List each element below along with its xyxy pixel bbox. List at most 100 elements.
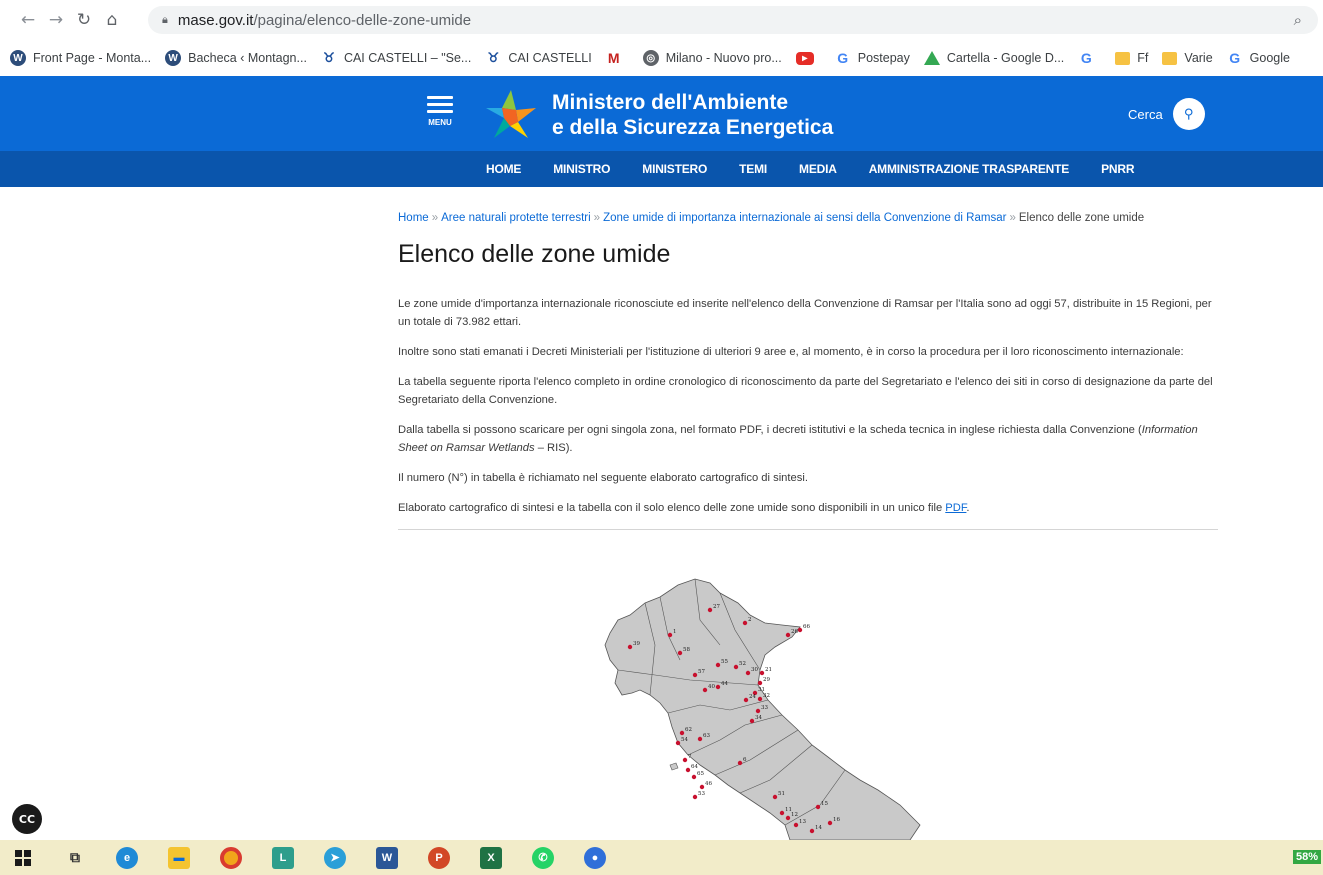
- bookmark-item[interactable]: Ff: [1115, 51, 1148, 65]
- wetland-number-label: 34: [755, 715, 762, 721]
- nav-ministero[interactable]: MINISTERO: [642, 162, 707, 176]
- wetland-number-label: 33: [761, 705, 768, 711]
- reload-icon[interactable]: ↻: [70, 6, 98, 34]
- word-icon[interactable]: W: [376, 846, 398, 869]
- url-host: mase.gov.it: [177, 11, 254, 29]
- bookmark-item[interactable]: ◎ Milano - Nuovo pro...: [642, 50, 782, 66]
- pdf-paragraph-end: .: [966, 502, 970, 514]
- wetland-number-label: 14: [815, 825, 822, 831]
- bookmark-item[interactable]: Varie: [1162, 51, 1213, 65]
- breadcrumb-separator: »: [1009, 212, 1016, 224]
- wetland-marker: [692, 794, 698, 800]
- wetland-number-label: 24: [749, 694, 756, 700]
- download-paragraph-end: – RIS).: [534, 442, 573, 454]
- intro-paragraph: Le zone umide d'importanza internazional…: [398, 298, 1212, 328]
- hamburger-icon: [427, 96, 453, 99]
- download-paragraph-text: Dalla tabella si possono scaricare per o…: [398, 424, 1142, 436]
- decrees-paragraph: Inoltre sono stati emanati i Decreti Min…: [398, 346, 1184, 358]
- breadcrumb-current: Elenco delle zone umide: [1018, 212, 1145, 224]
- zoom-icon[interactable]: ⌕: [1294, 11, 1302, 29]
- wetland-number-label: 32: [763, 693, 770, 699]
- breadcrumb-link[interactable]: Home: [398, 212, 429, 224]
- wetland-marker: [785, 815, 791, 821]
- google-icon: G: [1229, 50, 1241, 66]
- map-number-paragraph: Il numero (N°) in tabella è richiamato n…: [398, 472, 808, 484]
- wetland-number-label: 6: [743, 757, 747, 763]
- wetland-marker: [743, 697, 749, 703]
- wetland-marker: [627, 644, 633, 650]
- wetland-number-label: 13: [799, 819, 806, 825]
- ministry-star-logo[interactable]: [484, 88, 538, 142]
- bookmark-label: CAI CASTELLI – "Se...: [343, 51, 472, 65]
- bookmark-item[interactable]: Cartella - Google D...: [923, 51, 1064, 65]
- bookmark-label: Milano - Nuovo pro...: [665, 51, 782, 65]
- bookmark-item[interactable]: ▸: [795, 51, 821, 65]
- wetland-marker: [715, 684, 721, 690]
- nav-ministro[interactable]: MINISTRO: [553, 162, 610, 176]
- wetland-marker: [757, 680, 763, 686]
- back-arrow-icon[interactable]: ←: [14, 6, 42, 34]
- wetland-number-label: 51: [778, 791, 785, 797]
- wetland-marker: [742, 620, 748, 626]
- whatsapp-icon[interactable]: ✆: [532, 846, 554, 869]
- folder-icon: [1115, 51, 1131, 65]
- nav-pnrr[interactable]: PNRR: [1101, 162, 1134, 176]
- site-title[interactable]: Ministero dell'Ambiente e della Sicurezz…: [552, 90, 833, 140]
- content-divider: [398, 529, 1218, 530]
- nav-home[interactable]: HOME: [486, 162, 521, 176]
- download-paragraph: Dalla tabella si possono scaricare per o…: [398, 421, 1220, 457]
- excel-icon[interactable]: X: [480, 846, 502, 869]
- battery-indicator[interactable]: 58%: [1292, 850, 1321, 864]
- hamburger-icon-bar: [427, 103, 453, 106]
- search-icon[interactable]: ⚲: [1172, 98, 1205, 130]
- wetlands-map[interactable]: 27 2 66 1 39 26 58 55 52 30 57 21 40 44 29 31 24 32 33 34 62…: [560, 575, 940, 840]
- closed-captions-icon[interactable]: CC: [12, 804, 42, 834]
- windows-start-icon[interactable]: [12, 847, 34, 869]
- powerpoint-icon[interactable]: P: [428, 846, 450, 869]
- pdf-link[interactable]: PDF: [945, 502, 966, 514]
- file-explorer-icon[interactable]: ▬: [168, 846, 190, 869]
- bookmark-item[interactable]: W Front Page - Monta...: [10, 50, 151, 66]
- menu-button[interactable]: MENU: [424, 96, 456, 130]
- edge-icon[interactable]: e: [116, 846, 138, 869]
- breadcrumb-link[interactable]: Aree naturali protette terrestri: [441, 212, 591, 224]
- url-path: /pagina/elenco-delle-zone-umide: [253, 11, 472, 29]
- task-view-icon[interactable]: ⧉: [64, 847, 86, 869]
- wetland-number-label: 63: [703, 733, 710, 739]
- windows-taskbar: ⧉ e ▬ L ➤ W P X ✆ ● 58%: [0, 840, 1323, 875]
- wetland-marker: [757, 696, 763, 702]
- telegram-icon[interactable]: ➤: [324, 846, 346, 869]
- bookmark-item[interactable]: G: [1078, 50, 1101, 66]
- bookmark-item[interactable]: ♉︎ CAI CASTELLI – "Se...: [321, 50, 471, 66]
- wetland-number-label: 46: [705, 781, 712, 787]
- firefox-icon[interactable]: ●: [584, 846, 606, 869]
- bookmark-item[interactable]: W Bacheca ‹ Montagn...: [165, 50, 307, 66]
- search-area[interactable]: Cerca ⚲: [1128, 98, 1205, 130]
- wetland-number-label: 52: [739, 661, 746, 667]
- bookmark-item[interactable]: ♉︎ CAI CASTELLI: [485, 50, 592, 66]
- wetland-marker: [675, 740, 681, 746]
- breadcrumb-link[interactable]: Zone umide di importanza internazionale …: [603, 212, 1006, 224]
- bookmark-item[interactable]: G Google: [1227, 50, 1290, 66]
- cai-icon: ♉︎: [323, 50, 335, 65]
- chrome-taskbar-icon[interactable]: [220, 846, 242, 869]
- nav-media[interactable]: MEDIA: [799, 162, 837, 176]
- bookmark-label: Front Page - Monta...: [33, 51, 152, 65]
- youtube-icon: ▸: [795, 51, 814, 65]
- wetland-number-label: 65: [697, 771, 704, 777]
- wetland-marker: [779, 810, 785, 816]
- bookmark-item[interactable]: G Postepay: [835, 50, 910, 66]
- wetland-marker: [745, 670, 751, 676]
- wetland-number-label: 1: [673, 629, 677, 635]
- nav-amministrazione-trasparente[interactable]: AMMINISTRAZIONE TRASPARENTE: [869, 162, 1070, 176]
- wetland-number-label: 16: [833, 817, 840, 823]
- home-icon[interactable]: ⌂: [98, 6, 126, 34]
- nav-temi[interactable]: TEMI: [739, 162, 767, 176]
- wetland-marker: [699, 784, 705, 790]
- address-bar[interactable]: 🔒︎ mase.gov.it/pagina/elenco-delle-zone-…: [148, 6, 1318, 34]
- l-app-icon[interactable]: L: [272, 846, 294, 869]
- page-title: Elenco delle zone umide: [398, 240, 671, 268]
- search-label: Cerca: [1128, 106, 1163, 122]
- bookmark-item[interactable]: M: [606, 50, 629, 66]
- forward-arrow-icon[interactable]: →: [42, 6, 70, 34]
